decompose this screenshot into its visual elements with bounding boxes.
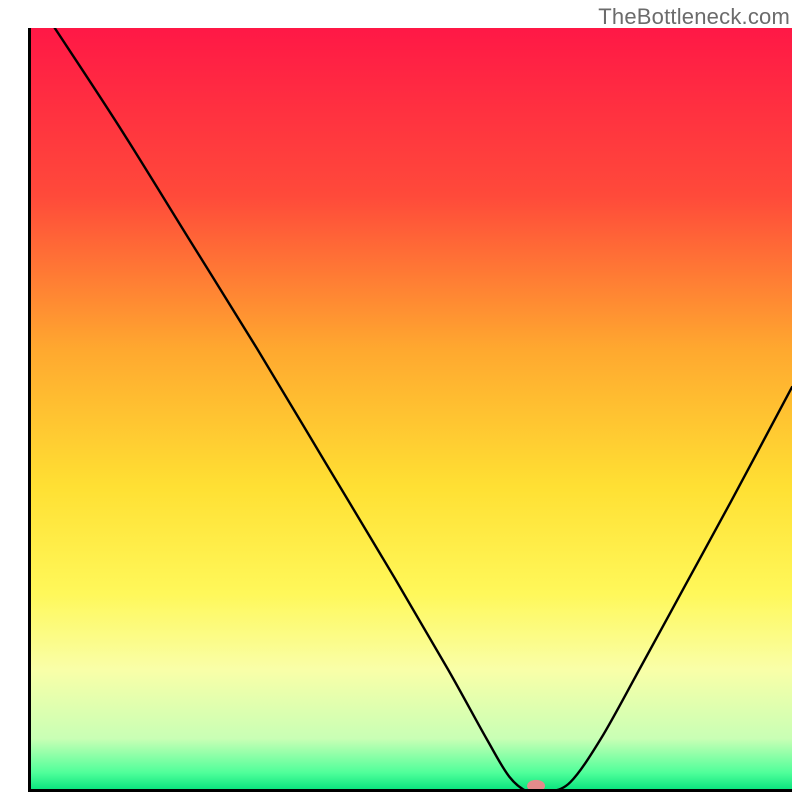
plot-background xyxy=(28,28,792,792)
chart-canvas xyxy=(0,0,800,800)
watermark-text: TheBottleneck.com xyxy=(598,4,790,30)
bottleneck-chart: TheBottleneck.com xyxy=(0,0,800,800)
